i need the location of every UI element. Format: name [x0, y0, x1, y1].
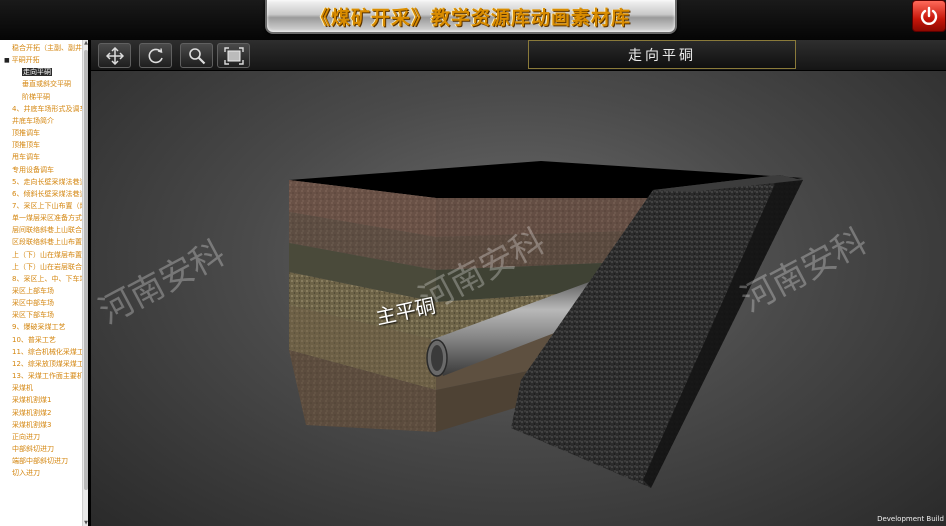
sidebar-item-label: 12、综采放顶煤采煤工艺	[12, 359, 84, 368]
sidebar-tree-item[interactable]: 切入进刀	[0, 467, 84, 479]
sidebar-tree-item[interactable]: 稳合开拓（主副、副井）	[0, 42, 84, 54]
rotate-icon	[148, 47, 163, 63]
reset-view-button[interactable]	[217, 43, 250, 68]
sidebar-item-label: 采区中部车场	[12, 299, 54, 308]
sidebar-tree-item[interactable]: 上（下）山在煤层布置	[0, 249, 84, 261]
sidebar-tree-item[interactable]: 上（下）山在岩层联合布置	[0, 261, 84, 273]
sidebar-item-label: 单一煤层采区准备方式	[12, 214, 82, 223]
header-bar: 《煤矿开采》教学资源库动画素材库	[0, 0, 946, 40]
sidebar-tree-item[interactable]: 甩车调车	[0, 151, 84, 163]
sidebar-item-label: 7、采区上下山布置（煤层）	[12, 201, 84, 210]
sidebar-tree-item[interactable]: 11、综合机械化采煤工艺	[0, 346, 84, 358]
sidebar-item-label: 8、采区上、中、下车场	[12, 274, 84, 283]
sidebar-item-label: 顶推顶车	[12, 141, 40, 150]
sidebar-tree-item[interactable]: 走向平硐	[0, 66, 84, 78]
sidebar-item-label: 10、普采工艺	[12, 335, 56, 344]
sidebar-item-label: 5、走向长壁采煤法巷道布置	[12, 177, 84, 186]
sidebar-item-label: 阶梯平硐	[22, 92, 50, 101]
sidebar-tree-item[interactable]: 端部中部斜切进刀	[0, 455, 84, 467]
sidebar-tree-item[interactable]: 专用设备调车	[0, 164, 84, 176]
sidebar-item-label: 采煤机割煤1	[12, 396, 52, 405]
tree-bullet-icon: ■	[4, 57, 12, 65]
viewer-toolbar: 走向平硐	[91, 40, 946, 71]
sidebar-item-label: 上（下）山在煤层布置	[12, 250, 82, 259]
sidebar-tree-item[interactable]: ■ 平硐开拓	[0, 54, 84, 66]
sidebar-item-label: 采区下部车场	[12, 311, 54, 320]
sidebar-tree-item[interactable]: 7、采区上下山布置（煤层）	[0, 200, 84, 212]
sidebar-item-label: 稳合开拓（主副、副井）	[12, 44, 84, 52]
sidebar-tree-item[interactable]: 阶梯平硐	[0, 91, 84, 103]
sidebar-tree-item[interactable]: 采煤机割煤1	[0, 394, 84, 406]
sidebar-item-label: 正向进刀	[12, 432, 40, 441]
sidebar-item-label: 中部斜切进刀	[12, 444, 54, 453]
sidebar-tree-item[interactable]: 垂直或斜交平硐	[0, 78, 84, 90]
sidebar-item-label: 平硐开拓	[11, 56, 40, 65]
sidebar-tree-item[interactable]: 中部斜切进刀	[0, 443, 84, 455]
sidebar-tree-item[interactable]: 采煤机割煤2	[0, 407, 84, 419]
sidebar-tree-item[interactable]: 正向进刀	[0, 431, 84, 443]
sidebar-item-label: 层间联络斜巷上山联合布置	[12, 226, 84, 235]
sidebar-item-label: 上（下）山在岩层联合布置	[12, 262, 84, 271]
sidebar-item-label: 垂直或斜交平硐	[22, 80, 71, 89]
sidebar-tree-item[interactable]: 层间联络斜巷上山联合布置	[0, 224, 84, 236]
sidebar-item-label: 端部中部斜切进刀	[12, 457, 68, 466]
sidebar-item-label: 顶推调车	[12, 129, 40, 138]
sidebar-tree-item[interactable]: 采煤机	[0, 382, 84, 394]
sidebar-item-label: 切入进刀	[12, 469, 40, 478]
sidebar-item-label: 4、井底车场形式及调车方式	[12, 104, 84, 113]
sidebar-tree-item[interactable]: 6、倾斜长壁采煤法巷道布置	[0, 188, 84, 200]
sidebar-tree-item[interactable]: 8、采区上、中、下车场	[0, 273, 84, 285]
sidebar-tree-item[interactable]: 顶推调车	[0, 127, 84, 139]
sidebar-tree-item[interactable]: 顶推顶车	[0, 139, 84, 151]
sidebar-tree-item[interactable]: 采区中部车场	[0, 297, 84, 309]
sidebar-tree-item[interactable]: 采区上部车场	[0, 285, 84, 297]
sidebar-item-label: 区段联络斜巷上山布置	[12, 238, 82, 247]
power-button[interactable]	[912, 0, 946, 32]
sidebar-tree-item[interactable]: 井底车场简介	[0, 115, 84, 127]
sidebar-tree-item[interactable]: 采煤机割煤3	[0, 419, 84, 431]
sidebar-tree-item[interactable]: 10、普采工艺	[0, 334, 84, 346]
sidebar-scrollbar[interactable]: ▲ ▼	[82, 40, 88, 526]
3d-viewport[interactable]: 走向平硐 河南安科 河南安科 河南安科 主平硐 Development Buil…	[91, 40, 946, 526]
sidebar-item-label: 采区上部车场	[12, 287, 54, 295]
sidebar-tree-item[interactable]: 12、综采放顶煤采煤工艺	[0, 358, 84, 370]
rotate-tool-button[interactable]	[139, 43, 172, 68]
move-tool-button[interactable]	[98, 43, 131, 68]
sidebar-item-label: 采煤机割煤3	[12, 420, 52, 429]
sidebar-item-label: 9、爆破采煤工艺	[12, 323, 66, 332]
sidebar-tree-item[interactable]: 采区下部车场	[0, 309, 84, 321]
sidebar-item-label: 走向平硐	[22, 68, 52, 77]
sidebar-item-label: 11、综合机械化采煤工艺	[12, 347, 84, 356]
dev-build-label: Development Build	[877, 515, 944, 523]
sidebar-item-label: 专用设备调车	[12, 165, 54, 174]
power-icon	[920, 6, 938, 25]
sidebar-tree-item[interactable]: 5、走向长壁采煤法巷道布置	[0, 176, 84, 188]
sidebar-tree-item[interactable]: 9、爆破采煤工艺	[0, 321, 84, 333]
sidebar-item-label: 采煤机	[12, 384, 33, 393]
scroll-up-icon[interactable]: ▲	[83, 40, 88, 46]
sidebar-tree-item[interactable]: 13、采煤工作面主要机械	[0, 370, 84, 382]
sidebar-tree-item[interactable]: 单一煤层采区准备方式	[0, 212, 84, 224]
zoom-tool-button[interactable]	[180, 43, 213, 68]
sidebar-item-label: 采煤机割煤2	[12, 408, 52, 417]
sidebar-item-label: 6、倾斜长壁采煤法巷道布置	[12, 189, 84, 198]
scroll-down-icon[interactable]: ▼	[83, 520, 88, 526]
title-plate: 《煤矿开采》教学资源库动画素材库	[265, 0, 677, 34]
sidebar-item-label: 13、采煤工作面主要机械	[12, 372, 84, 381]
move-icon	[105, 46, 124, 65]
reset-view-icon	[223, 46, 244, 65]
sidebar-tree-item[interactable]: 区段联络斜巷上山布置	[0, 236, 84, 248]
zoom-icon	[188, 47, 205, 64]
sidebar-item-label: 甩车调车	[12, 153, 40, 162]
scrollbar-thumb[interactable]	[84, 50, 88, 490]
app-title: 《煤矿开采》教学资源库动画素材库	[310, 6, 631, 29]
sidebar-item-label: 井底车场简介	[12, 116, 54, 125]
sidebar-tree: 切入进刀 端部中部斜切进刀 中部斜切进刀 正向进刀 采煤机割煤3 采煤机割煤2 采煤机割煤1…	[0, 40, 88, 526]
scene-title-label: 走向平硐	[528, 40, 796, 69]
sidebar-tree-item[interactable]: 4、井底车场形式及调车方式	[0, 103, 84, 115]
